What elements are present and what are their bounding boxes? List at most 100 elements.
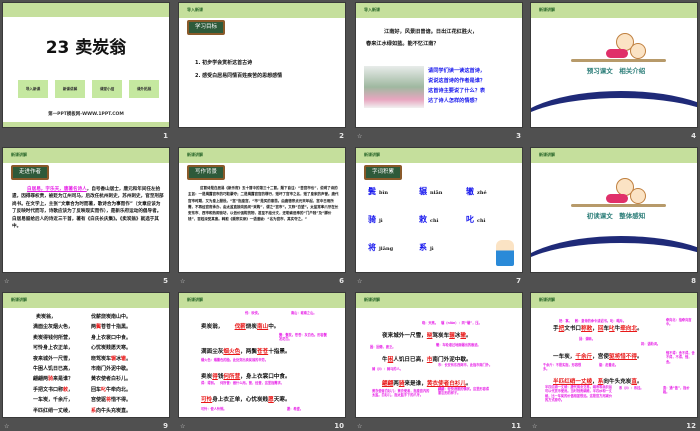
line-segment: 一车炭，千余斤，: [33, 397, 74, 404]
animation-icon: ☆: [4, 423, 10, 430]
slide-header-bar: 新课讲解: [179, 293, 345, 308]
line-segment: 十指黑。: [268, 349, 291, 355]
nav-button[interactable]: 新课讲解: [55, 80, 85, 98]
line-segment: 晓驾炭车: [91, 355, 112, 362]
vocab-pinyin: chì: [477, 218, 486, 224]
decorative-arc: [531, 236, 697, 272]
slide-header-bar: 导入新课: [179, 3, 345, 18]
line-segment: 伐薪: [234, 324, 246, 330]
nav-button[interactable]: 课外拓展: [129, 80, 159, 98]
landscape-painting: [364, 66, 424, 108]
slide-header-bar: 新课讲解: [3, 148, 169, 163]
annotation-note: 惜不得：舍不得，舍不得，不得，惜，舍。: [666, 351, 695, 364]
poem-line: 牛困人饥日已高，: [33, 365, 73, 372]
line-segment: 卖炭翁，: [201, 324, 235, 330]
vocab-pinyin: zhé: [477, 190, 487, 196]
branch: [571, 204, 666, 207]
annotation-note: 驱：赶着走。: [599, 363, 619, 367]
slide-header-bar: 新课讲解: [531, 293, 697, 308]
poem-line: 满面尘灰烟火色，: [33, 323, 73, 330]
slide-header-bar: 导入新课: [356, 3, 522, 18]
line-segment: 宫使驱: [91, 397, 107, 404]
line-segment: 驱将惜不得: [608, 354, 637, 360]
vocab-char: 辗: [419, 187, 427, 196]
question-line: 请同学们读一读这首诗，: [428, 68, 486, 74]
vocab-item: 将 jiāng: [368, 242, 393, 253]
poem-line: 心忧炭贱愿天寒。: [91, 344, 131, 351]
slide-header-label: 新课讲解: [539, 297, 555, 302]
poem-line: 黄衣使者白衫儿。: [91, 375, 131, 382]
vocab-pinyin: jì: [430, 246, 434, 252]
annotation-note: 系（jì）：系挂。: [619, 386, 644, 390]
slide-header-label: 新课讲解: [11, 297, 27, 302]
annotation-note: 愿：希望。: [287, 407, 303, 411]
slide-thumbnail-4[interactable]: 新课讲解 预习课文 相关介绍: [530, 2, 698, 128]
nav-button[interactable]: 导入新课: [18, 80, 48, 98]
annotation-note: 翩翩：轻快洒脱的情状。这里形容得意忘形的样子。: [438, 387, 489, 396]
line-segment: 。: [637, 326, 643, 332]
poem-line: 市南门外泥中歇。: [91, 365, 131, 372]
verse-line: 可怜身上衣正单，心忧炭贱愿天寒。: [201, 395, 291, 403]
vocab-item: 辙 zhé: [466, 186, 487, 197]
vocab-char: 骑: [368, 215, 376, 224]
animation-icon: ☆: [357, 423, 363, 430]
line-segment: 市南门外泥中歇。: [91, 366, 132, 372]
slide-header-bar: 新课讲解: [356, 148, 522, 163]
slide-number: 7: [516, 277, 521, 285]
slide-thumbnail-11[interactable]: 新课讲解 夜来城外一尺雪，晓驾炭车辗冰辙。 牛困人饥日已高，市南门外泥中歇。 翩翩两骑…: [355, 292, 523, 418]
line-segment: 来是谁，: [404, 381, 427, 387]
poem-line: 晓驾炭车辗冰辙。: [91, 355, 131, 362]
line-segment: 文书口: [564, 326, 582, 332]
vocab-item: 辗 niǎn: [419, 186, 442, 197]
animation-icon: ☆: [357, 278, 363, 285]
slide-title: 23 卖炭翁: [45, 38, 127, 58]
line-segment: 可怜身上衣正单，: [33, 345, 74, 352]
slide-thumbnail-6[interactable]: 新课讲解 写作背景 这首诗是白居易《新乐府》五十首中的第三十二首。题下自注：“苦宫市…: [178, 147, 346, 273]
slide-thumbnail-2[interactable]: 导入新课 学习目标 1. 初步学会赏析这首古诗 2. 感受白居易同情百姓疾苦的思想感情: [178, 2, 346, 128]
poem-line: 伐薪烧炭南山中。: [91, 313, 131, 320]
decorative-arc: [531, 91, 697, 127]
slide-thumbnail-1[interactable]: 23 卖炭翁 导入新课 新课讲解 课堂小结 课外拓展 第一PPT模板网-WWW.1PPT.…: [2, 2, 170, 128]
slide-thumbnail-9[interactable]: 新课讲解 卖炭翁， 伐薪烧炭南山中。 满面尘灰烟火色， 两鬓苍苍十指黑。 卖炭得钱何所营，…: [2, 292, 170, 418]
annotation-note: 鬓：鬓发。苍苍：灰白色。形容鬓发花白。: [279, 333, 327, 342]
slide-header-bar: 新课讲解: [356, 293, 522, 308]
slide-thumbnail-8[interactable]: 新课讲解 初读课文 整体感知: [530, 147, 698, 273]
line-segment: ，宫使: [592, 354, 609, 360]
line-segment: 千余斤: [575, 354, 593, 360]
line-segment: ，: [68, 386, 74, 393]
vocab-char: 系: [419, 243, 427, 252]
author-highlight: 白居易，字乐天，唐著名诗人: [27, 187, 87, 192]
vocab-char: 辙: [466, 187, 474, 196]
vocab-item: 敕 chì: [419, 214, 439, 225]
line-segment: 何所营: [223, 374, 241, 380]
poem-line: 江南好，风景旧曾谙。日出江花红胜火，: [384, 29, 478, 35]
line-segment: 来是谁？: [53, 376, 74, 383]
slide-thumbnail-3[interactable]: 导入新课 江南好，风景旧曾谙。日出江花红胜火， 春来江水绿如蓝。能不忆江南？ 请同学们…: [355, 2, 523, 128]
vocab-pinyin: niǎn: [430, 190, 443, 196]
poem-line: 翩翩两骑来是谁？: [33, 375, 73, 382]
annotation-note: 辙：车轮滚过地面碾出的痕迹。: [436, 343, 481, 347]
verse-line: 一车炭，千余斤，宫使驱将惜不得。: [553, 352, 643, 360]
slide-header-bar: 新课讲解: [531, 148, 697, 163]
poem-line: 半匹红绡一丈绫，: [33, 407, 73, 414]
slide-number: 3: [516, 132, 521, 140]
slide-header-label: 新课讲解: [539, 152, 555, 157]
line-segment: 称敕: [581, 326, 593, 332]
line-segment: 翩翩两: [33, 376, 49, 383]
annotation-note: 晓：天亮。 辗（niǎn）：同“碾”，压。: [422, 321, 482, 325]
slide-header-label: 新课讲解: [364, 297, 380, 302]
slide-thumbnail-10[interactable]: 新课讲解 卖炭翁， 伐薪烧炭南山中。 满面尘灰烟火色，两鬓苍苍十指黑。 卖炭得钱何所营…: [178, 292, 346, 418]
animation-icon: ☆: [357, 133, 363, 140]
line-segment: 驾炭车: [432, 333, 450, 339]
question-line: 这首诗主要说了什么？表: [428, 88, 486, 94]
annotation-note: 直：通“值”，指价格。: [663, 386, 690, 395]
slide-thumbnail-12[interactable]: 新课讲解 手把文书口称敕，回车叱牛牵向北。 一车炭，千余斤，宫使驱将惜不得。 半匹红绡…: [530, 292, 698, 418]
slide-thumbnail-7[interactable]: 新课讲解 字词积累鬓 bìn 辗 niǎn 辙 zhé 骑 jì 敕 chì 叱 chì 将 jiāng 系 j…: [355, 147, 523, 273]
slide-thumbnail-5[interactable]: 新课讲解 走进作者 白居易，字乐天，唐著名诗人，自号香山居士，唐元和年间任左拾遗，因…: [2, 147, 170, 273]
bottom-band: [3, 122, 169, 127]
vocab-char: 将: [368, 243, 376, 252]
slide-header-label: 新课讲解: [187, 152, 203, 157]
nav-button[interactable]: 课堂小结: [92, 80, 122, 98]
annotation-note: 困：困倦，疲乏。: [370, 345, 396, 349]
line-segment: 烟火色: [223, 349, 241, 355]
